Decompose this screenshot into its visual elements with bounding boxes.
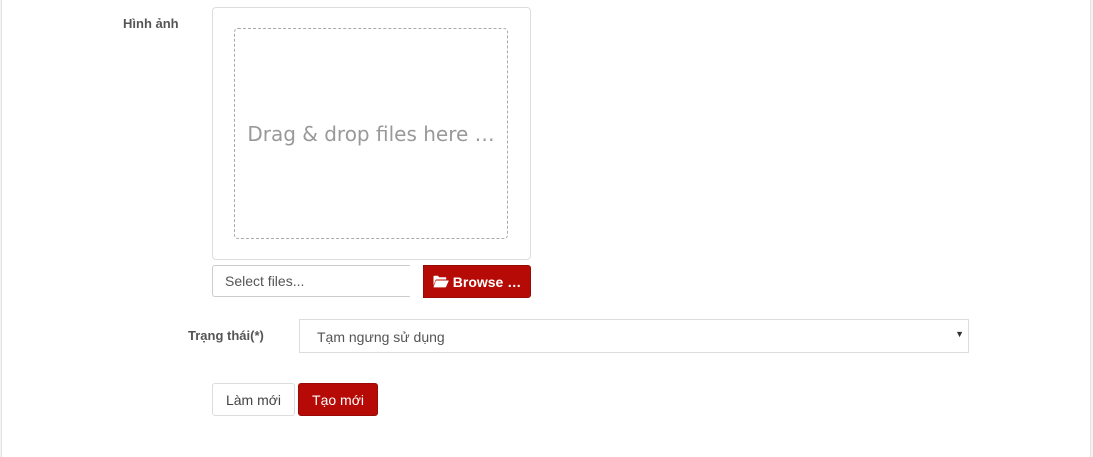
caret-down-icon: ▼ — [955, 329, 964, 339]
form-panel: Hình ảnh Drag & drop files here … Browse… — [1, 0, 1091, 457]
file-name-input[interactable] — [212, 265, 410, 297]
file-preview-box: Drag & drop files here … — [212, 7, 531, 260]
status-select[interactable]: Tạm ngưng sử dụng ▼ — [299, 319, 969, 353]
create-button[interactable]: Tạo mới — [298, 383, 378, 416]
browse-button-label: Browse … — [452, 273, 522, 290]
reset-button[interactable]: Làm mới — [212, 383, 295, 416]
image-label: Hình ảnh — [123, 16, 179, 31]
status-select-value: Tạm ngưng sử dụng — [317, 329, 445, 345]
browse-button[interactable]: Browse … — [423, 265, 531, 298]
status-label: Trạng thái(*) — [188, 328, 264, 343]
dropzone[interactable]: Drag & drop files here … — [234, 28, 508, 239]
folder-open-icon — [433, 275, 449, 288]
dropzone-text: Drag & drop files here … — [247, 121, 495, 146]
